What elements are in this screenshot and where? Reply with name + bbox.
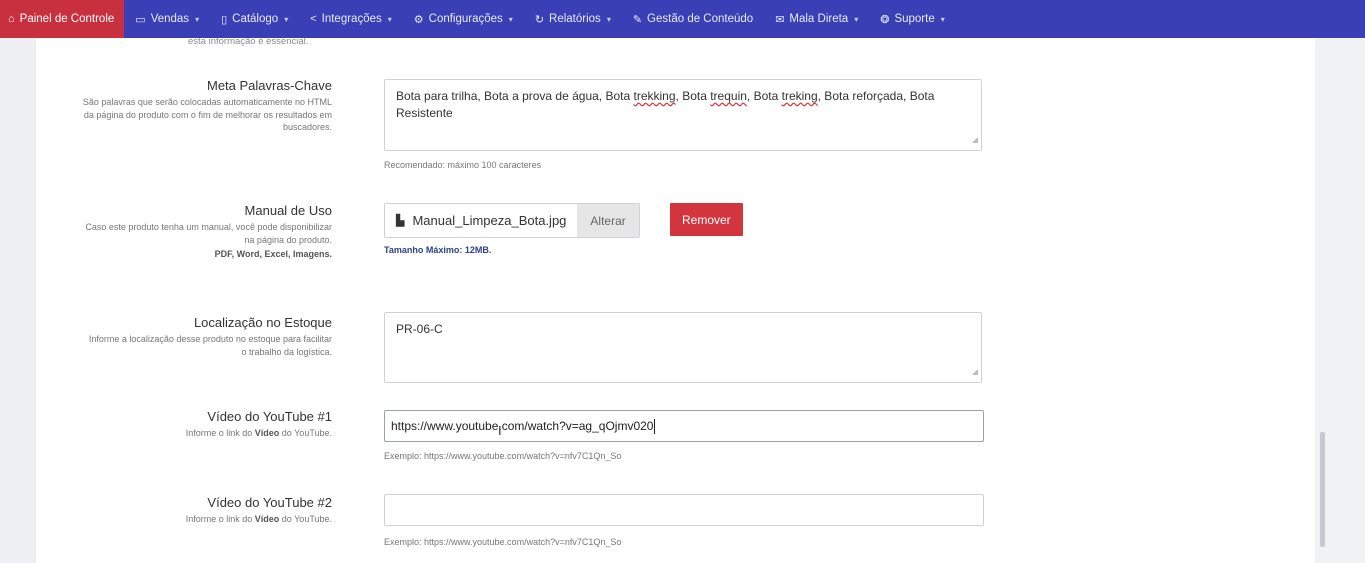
stock-location-textarea[interactable]: PR-06-C ◢ <box>384 312 982 383</box>
youtube1-help-bold: Vídeo <box>254 428 280 438</box>
misspelled-word: trequin <box>710 89 747 103</box>
cutoff-help-text: esta informação é essencial. <box>188 38 309 46</box>
manual-formats-text: PDF, Word, Excel, Imagens. <box>214 249 332 259</box>
stock-location-value: PR-06-C <box>396 322 443 336</box>
youtube1-label-group: Vídeo do YouTube #1 Informe o link do Ví… <box>32 409 332 440</box>
youtube1-title: Vídeo do YouTube #1 <box>207 409 332 424</box>
youtube2-hint: Exemplo: https://www.youtube.com/watch?v… <box>384 537 622 547</box>
share-icon: < <box>310 13 317 25</box>
stock-location-label-group: Localização no Estoque Informe a localiz… <box>32 315 332 358</box>
change-file-button[interactable]: Alterar <box>577 204 639 237</box>
youtube2-help-prefix: Informe o link do <box>185 514 255 524</box>
manual-label-group: Manual de Uso Caso este produto tenha um… <box>32 203 332 261</box>
manual-title: Manual de Uso <box>244 203 332 218</box>
manual-file-field: ▙ Manual_Limpeza_Bota.jpg Alterar <box>384 203 640 238</box>
chevron-down-icon: ▾ <box>508 14 513 24</box>
manual-help: Caso este produto tenha um manual, você … <box>85 222 332 245</box>
manual-file-name: ▙ Manual_Limpeza_Bota.jpg <box>385 204 578 237</box>
meta-keywords-label-group: Meta Palavras-Chave São palavras que ser… <box>32 78 332 134</box>
stock-location-title: Localização no Estoque <box>193 315 332 330</box>
nav-item-label: Configurações <box>428 13 503 25</box>
file-icon: ▙ <box>396 215 405 227</box>
nav-item-label: Suporte <box>894 13 935 25</box>
resize-grip-icon[interactable]: ◢ <box>972 131 978 148</box>
lifebuoy-icon: ❂ <box>880 13 890 26</box>
chevron-down-icon: ▾ <box>195 14 200 24</box>
youtube1-help-suffix: do YouTube. <box>279 428 332 438</box>
nav-item-relatorios[interactable]: ↻ Relatórios ▾ <box>524 0 622 38</box>
misspelled-word: trekking <box>633 89 676 103</box>
nav-item-label: Mala Direta <box>789 13 849 25</box>
nav-item-mala-direta[interactable]: ✉ Mala Direta ▾ <box>764 0 869 38</box>
meta-keywords-hint: Recomendado: máximo 100 caracteres <box>384 160 542 170</box>
catalog-icon: ▯ <box>221 13 228 26</box>
youtube2-help-suffix: do YouTube. <box>279 514 332 524</box>
stock-location-help: Informe a localização desse produto no e… <box>88 334 332 357</box>
meta-keywords-textarea[interactable]: Bota para trilha, Bota a prova de água, … <box>384 79 982 151</box>
meta-keywords-help: São palavras que serão colocadas automat… <box>82 97 332 132</box>
chevron-down-icon: ▾ <box>606 14 611 24</box>
chevron-down-icon: ▾ <box>940 14 945 24</box>
youtube2-help-bold: Vídeo <box>254 514 280 524</box>
edit-icon: ✎ <box>632 13 643 26</box>
nav-item-catalogo[interactable]: ▯ Catálogo ▾ <box>210 0 299 38</box>
manual-file-name-text: Manual_Limpeza_Bota.jpg <box>412 213 567 228</box>
nav-item-configuracoes[interactable]: ⚙ Configurações ▾ <box>403 0 524 38</box>
youtube2-title: Vídeo do YouTube #2 <box>207 495 332 510</box>
youtube1-help: Informe o link do Vídeo do YouTube. <box>32 427 332 440</box>
chevron-down-icon: ▾ <box>284 14 289 24</box>
youtube1-value: https://www.youtube.com/watch?v=ag_qOjmv… <box>391 419 654 433</box>
nav-item-label: Catálogo <box>232 13 279 25</box>
nav-item-vendas[interactable]: ▭ Vendas ▾ <box>124 0 210 38</box>
misspelled-word: treking <box>781 89 818 103</box>
mail-icon: ✉ <box>775 13 785 26</box>
meta-keywords-text: , Bota <box>675 89 711 103</box>
youtube2-label-group: Vídeo do YouTube #2 Informe o link do Ví… <box>32 495 332 526</box>
scrollbar-thumb[interactable] <box>1320 432 1325 547</box>
youtube1-input[interactable]: https://www.youtube.com/watch?v=ag_qOjmv… <box>384 410 984 442</box>
chevron-down-icon: ▾ <box>854 14 859 24</box>
meta-keywords-text: , Bota <box>746 89 782 103</box>
youtube1-hint: Exemplo: https://www.youtube.com/watch?v… <box>384 451 622 461</box>
nav-item-suporte[interactable]: ❂ Suporte ▾ <box>869 0 956 38</box>
meta-keywords-title: Meta Palavras-Chave <box>207 78 332 93</box>
remove-file-button[interactable]: Remover <box>670 203 743 236</box>
resize-grip-icon[interactable]: ◢ <box>972 363 978 380</box>
nav-item-label: Gestão de Conteúdo <box>647 13 754 25</box>
history-icon: ↻ <box>534 13 545 26</box>
nav-item-integracoes[interactable]: < Integrações ▾ <box>299 0 403 38</box>
nav-item-gestao-de-conteudo[interactable]: ✎ Gestão de Conteúdo <box>622 0 764 38</box>
top-navbar: ⌂ Painel de Controle ▭ Vendas ▾ ▯ Catálo… <box>0 0 1365 38</box>
text-cursor-icon: I <box>498 423 502 438</box>
youtube2-input[interactable] <box>384 494 984 526</box>
home-icon: ⌂ <box>8 13 15 25</box>
nav-item-painel-de-controle[interactable]: ⌂ Painel de Controle <box>0 0 125 38</box>
chevron-down-icon: ▾ <box>387 14 392 24</box>
youtube1-help-prefix: Informe o link do <box>185 428 255 438</box>
text-caret <box>654 418 656 434</box>
meta-keywords-text: Bota para trilha, Bota a prova de água, … <box>396 89 634 103</box>
cart-icon: ▭ <box>135 13 146 26</box>
gear-icon: ⚙ <box>413 13 424 26</box>
manual-max-size: Tamanho Máximo: 12MB. <box>384 245 492 255</box>
nav-item-label: Painel de Controle <box>19 13 115 25</box>
nav-item-label: Vendas <box>150 13 190 25</box>
nav-item-label: Relatórios <box>549 13 601 25</box>
manual-formats: PDF, Word, Excel, Imagens. <box>32 248 332 261</box>
youtube2-help: Informe o link do Vídeo do YouTube. <box>32 513 332 526</box>
nav-item-label: Integrações <box>321 13 382 25</box>
